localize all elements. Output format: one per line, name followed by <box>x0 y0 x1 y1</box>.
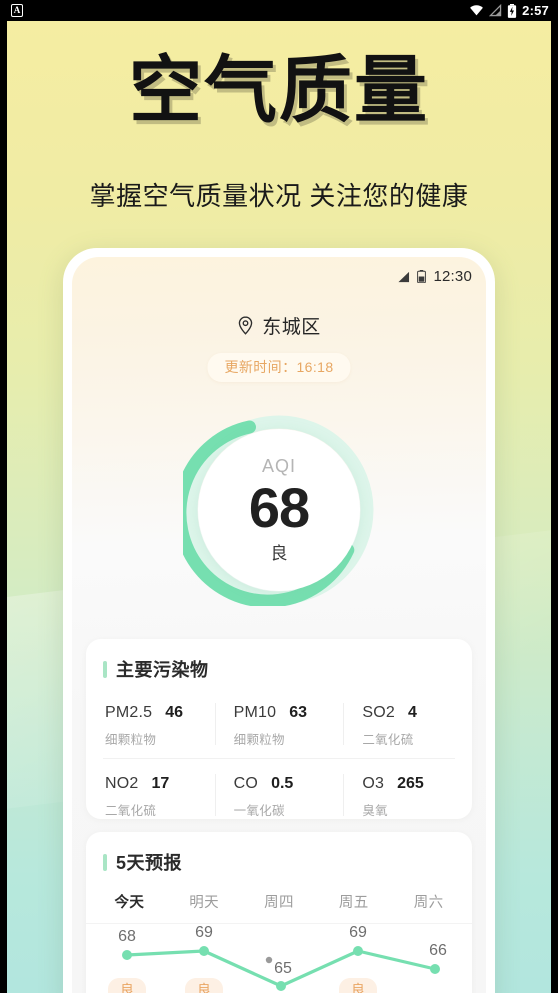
pollutant-name: NO2 <box>105 775 139 792</box>
pollutant-value: 46 <box>165 704 184 721</box>
pollutant-desc: 细颗粒物 <box>105 733 157 747</box>
pollutant-desc: 二氧化硫 <box>362 733 414 747</box>
forecast-day-tab[interactable]: 周四 <box>242 891 317 912</box>
forecast-day-tab[interactable]: 今天 <box>92 891 167 912</box>
aqi-gauge-center: AQI 68 良 <box>198 429 360 591</box>
accent-bar-icon <box>103 853 107 871</box>
pollutant-desc: 细颗粒物 <box>233 733 285 747</box>
forecast-card-title: 5天预报 <box>116 853 183 873</box>
pollutant-item: CO 0.5 一氧化碳 <box>214 767 344 829</box>
pollutant-name: SO2 <box>362 704 395 721</box>
system-clock: 2:57 <box>522 3 549 18</box>
pollutant-item: O3 265 臭氧 <box>343 767 472 829</box>
pollutant-item: PM2.5 46 细颗粒物 <box>86 696 215 758</box>
aqi-label: AQI <box>261 456 296 476</box>
forecast-value: 65 <box>274 960 292 977</box>
a-letter-icon: A <box>11 4 23 17</box>
page-subtitle: 掌握空气质量状况 关注您的健康 <box>89 181 469 211</box>
pollutant-item: SO2 4 二氧化硫 <box>343 696 472 758</box>
pollutant-value: 265 <box>397 775 424 792</box>
signal-icon <box>489 4 502 17</box>
page-background: 空气质量 掌握空气质量状况 关注您的健康 12:30 东城区 更新时间：16:1… <box>7 21 551 993</box>
forecast-card-header: 5天预报 <box>86 832 472 875</box>
battery-icon <box>417 270 427 283</box>
battery-charging-icon <box>508 3 517 18</box>
pollutant-desc: 二氧化硫 <box>105 804 157 818</box>
wifi-icon <box>470 5 484 16</box>
location-row[interactable]: 东城区 <box>72 312 486 339</box>
phone-mockup: 12:30 东城区 更新时间：16:18 AQI 68 良 主要污染物 PM2.… <box>63 248 495 993</box>
status-bar-right: 2:57 <box>469 3 549 18</box>
aqi-gauge: AQI 68 良 <box>183 414 375 606</box>
location-pin-icon <box>238 316 253 335</box>
pollutant-item: NO2 17 二氧化硫 <box>86 767 215 829</box>
aqi-level: 良 <box>270 544 288 563</box>
forecast-line-chart: 68 69 65 69 66 良 良 良 良 良 <box>86 923 472 993</box>
pollutant-item: PM10 63 细颗粒物 <box>214 696 344 758</box>
forecast-level-badge: 良 <box>339 978 377 993</box>
phone-screen: 12:30 东城区 更新时间：16:18 AQI 68 良 主要污染物 PM2.… <box>72 257 486 993</box>
forecast-value: 69 <box>349 924 367 941</box>
forecast-day-tabs: 今天 明天 周四 周五 周六 <box>86 891 472 912</box>
pollutants-card: 主要污染物 PM2.5 46 细颗粒物 PM10 63 细颗粒物 SO2 4 二… <box>86 639 472 819</box>
accent-bar-icon <box>103 660 107 678</box>
pollutant-name: PM2.5 <box>105 704 153 721</box>
phone-clock: 12:30 <box>433 268 472 285</box>
forecast-value: 66 <box>429 942 447 959</box>
pollutant-value: 4 <box>407 704 417 721</box>
pollutant-value: 0.5 <box>271 775 294 792</box>
row-divider <box>103 758 455 759</box>
pollutant-desc: 一氧化碳 <box>233 804 285 818</box>
pollutants-card-header: 主要污染物 <box>86 639 472 682</box>
pollutant-name: O3 <box>362 775 385 792</box>
aqi-value: 68 <box>248 476 310 539</box>
forecast-level-badge: 良 <box>185 978 223 993</box>
pollutant-value: 63 <box>289 704 308 721</box>
forecast-day-tab[interactable]: 明天 <box>167 891 242 912</box>
forecast-card: 5天预报 今天 明天 周四 周五 周六 68 69 65 69 66 良 良 良 <box>86 832 472 993</box>
forecast-day-tab[interactable]: 周六 <box>391 891 466 912</box>
phone-status-bar: 12:30 <box>397 268 472 285</box>
pollutants-row-2: NO2 17 二氧化硫 CO 0.5 一氧化碳 O3 265 臭氧 <box>86 767 472 829</box>
status-bar-left: A <box>11 4 23 17</box>
signal-icon <box>398 271 410 282</box>
pollutant-value: 17 <box>151 775 170 792</box>
forecast-value: 68 <box>118 928 136 945</box>
pollutant-name: PM10 <box>233 704 277 721</box>
pollutants-card-title: 主要污染物 <box>116 660 209 680</box>
pollutant-desc: 臭氧 <box>362 804 388 818</box>
screen-root: A 2:57 空气质量 掌握空气质量状况 关注您的健康 12:30 东城区 更新… <box>0 0 558 993</box>
forecast-value: 69 <box>195 924 213 941</box>
android-status-bar: A 2:57 <box>0 0 558 21</box>
forecast-level-badge: 良 <box>108 978 146 993</box>
page-title: 空气质量 <box>129 48 429 133</box>
update-time-badge: 更新时间：16:18 <box>207 353 351 382</box>
location-name: 东城区 <box>262 317 321 338</box>
pollutants-row-1: PM2.5 46 细颗粒物 PM10 63 细颗粒物 SO2 4 二氧化硫 <box>86 696 472 758</box>
pollutant-name: CO <box>233 775 259 792</box>
forecast-day-tab[interactable]: 周五 <box>316 891 391 912</box>
